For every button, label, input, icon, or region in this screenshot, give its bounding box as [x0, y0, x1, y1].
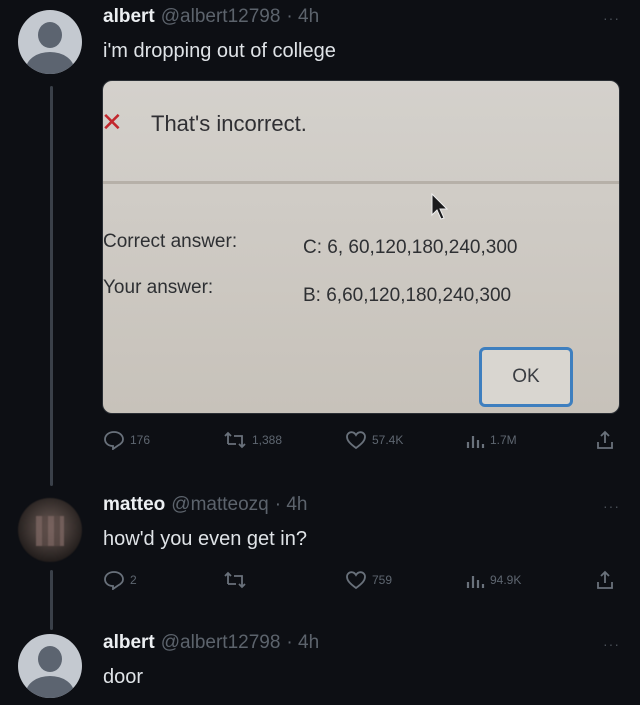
- more-options-icon[interactable]: ···: [603, 636, 620, 652]
- like-count: 57.4K: [372, 433, 404, 447]
- tweet-header: albert @albert12798 · 4h: [103, 632, 319, 654]
- more-options-icon[interactable]: ···: [603, 498, 620, 514]
- correct-answer-value: C: 6, 60,120,180,240,300: [303, 237, 518, 258]
- tweet-time: · 4h: [274, 494, 308, 515]
- author-name[interactable]: albert: [103, 632, 155, 654]
- avatar-head-shape: [38, 646, 62, 672]
- views-count: 94.9K: [490, 573, 522, 587]
- author-handle[interactable]: @matteozq: [171, 494, 268, 516]
- reply-icon: [104, 571, 124, 590]
- tweet-header: matteo @matteozq · 4h: [103, 494, 308, 516]
- thread-view: albert @albert12798 · 4h ··· i'm droppin…: [0, 0, 640, 705]
- error-x-icon: ✕: [102, 107, 123, 137]
- heart-icon: [346, 431, 366, 450]
- avatar[interactable]: [18, 634, 82, 698]
- avatar[interactable]: [18, 10, 82, 74]
- reply-count: 176: [130, 433, 151, 447]
- author-name[interactable]: matteo: [103, 494, 165, 516]
- reply-icon: [104, 431, 124, 450]
- author-handle[interactable]: @albert12798: [161, 632, 281, 654]
- correct-answer-label: Correct answer:: [103, 231, 238, 252]
- avatar[interactable]: [18, 498, 82, 562]
- like-button[interactable]: 57.4K: [345, 430, 403, 450]
- heart-icon: [346, 571, 366, 590]
- tweet-header: albert @albert12798 · 4h: [103, 6, 319, 28]
- ok-button[interactable]: OK: [479, 347, 573, 407]
- divider: [103, 181, 619, 184]
- views-chart-icon: [466, 576, 485, 588]
- tweet-media-image[interactable]: ✕ That's incorrect. Correct answer: C: 6…: [102, 80, 620, 414]
- views-button[interactable]: 1.7M: [465, 430, 517, 450]
- your-answer-value: B: 6,60,120,180,240,300: [303, 285, 512, 306]
- reply-button[interactable]: 176: [103, 430, 150, 450]
- more-options-icon[interactable]: ···: [603, 10, 620, 26]
- views-count: 1.7M: [490, 433, 517, 447]
- retweet-icon: [224, 431, 246, 449]
- avatar-body-shape: [26, 676, 74, 698]
- retweet-button[interactable]: [223, 570, 252, 590]
- tweet[interactable]: albert @albert12798 · 4h ··· door: [0, 630, 640, 705]
- tweet-text: door: [103, 666, 144, 688]
- avatar-body-shape: [26, 52, 74, 74]
- like-button[interactable]: 759: [345, 570, 392, 590]
- tweet-actions: 176 1,388 57.4K 1.7M: [103, 428, 623, 452]
- tweet[interactable]: matteo @matteozq · 4h ··· how'd you even…: [0, 490, 640, 630]
- quiz-result-title: That's incorrect.: [151, 111, 307, 136]
- retweet-button[interactable]: 1,388: [223, 430, 282, 450]
- author-handle[interactable]: @albert12798: [161, 6, 281, 28]
- avatar-head-shape: [38, 22, 62, 48]
- like-count: 759: [372, 573, 393, 587]
- author-name[interactable]: albert: [103, 6, 155, 28]
- tweet-actions: 2 759 94.9K: [103, 568, 623, 592]
- avatar-photo: [36, 516, 64, 546]
- mouse-cursor-icon: [431, 193, 449, 220]
- tweet[interactable]: albert @albert12798 · 4h ··· i'm droppin…: [0, 0, 640, 490]
- share-button[interactable]: [595, 430, 615, 450]
- views-button[interactable]: 94.9K: [465, 570, 521, 590]
- tweet-time: · 4h: [286, 632, 320, 653]
- views-chart-icon: [466, 436, 485, 448]
- retweet-count: 1,388: [252, 433, 283, 447]
- retweet-icon: [224, 571, 246, 589]
- reply-button[interactable]: 2: [103, 570, 137, 590]
- share-icon: [597, 570, 613, 589]
- your-answer-label: Your answer:: [103, 277, 214, 298]
- reply-count: 2: [130, 573, 137, 587]
- tweet-text: i'm dropping out of college: [103, 40, 336, 62]
- tweet-text: how'd you even get in?: [103, 528, 307, 550]
- share-icon: [597, 430, 613, 449]
- share-button[interactable]: [595, 570, 615, 590]
- tweet-time: · 4h: [286, 6, 320, 27]
